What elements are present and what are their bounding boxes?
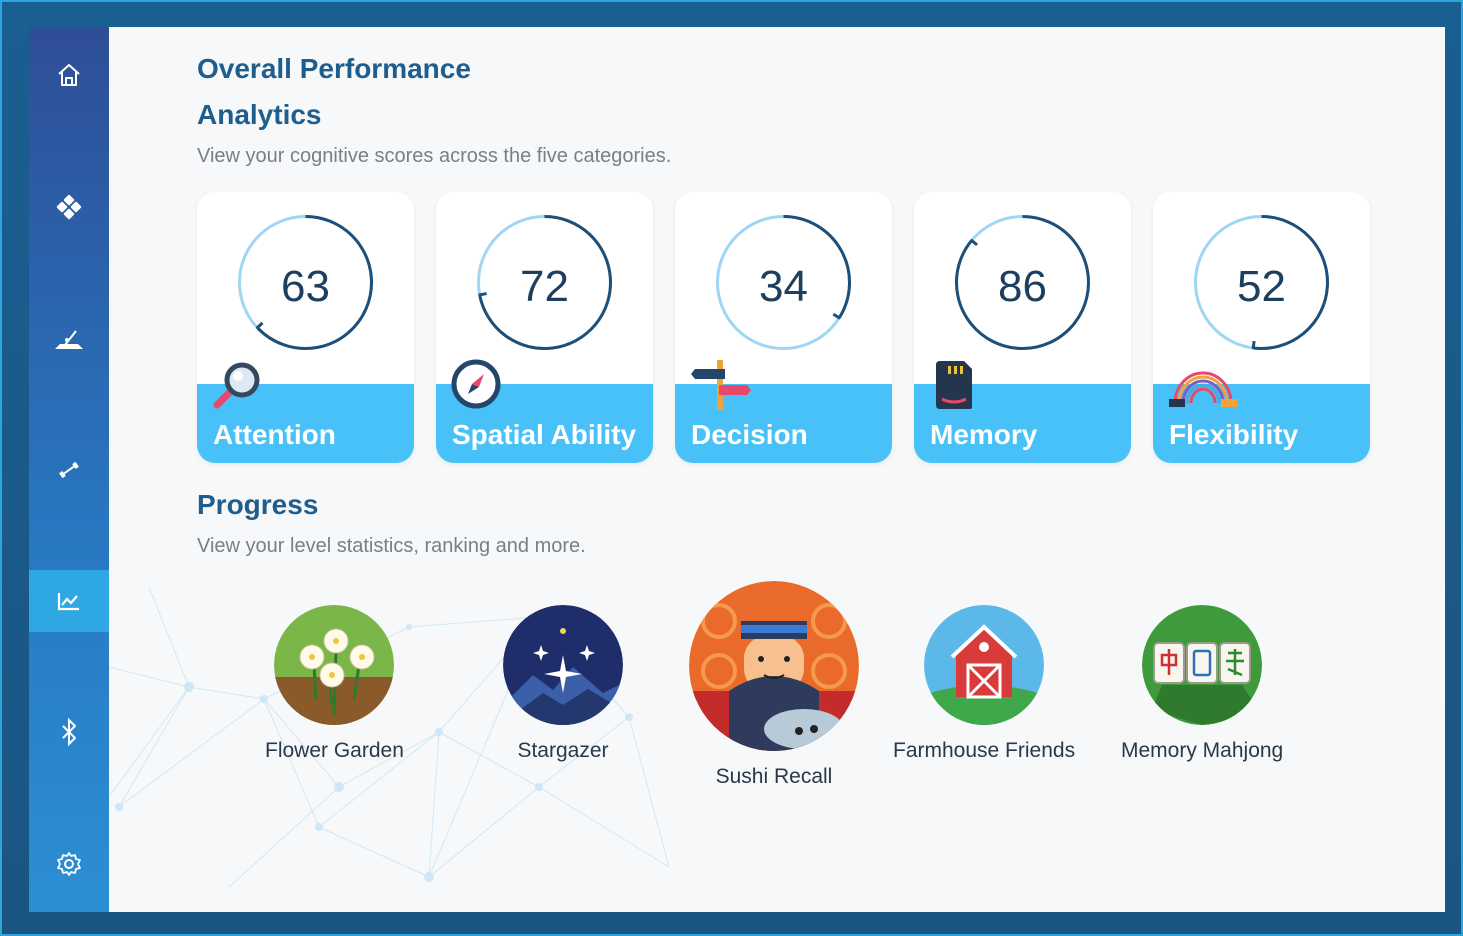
- home-icon: [58, 64, 80, 86]
- game-stargazer[interactable]: Stargazer: [503, 605, 623, 763]
- score-ring-tick: [832, 312, 841, 320]
- game-farmhouse-friends[interactable]: Farmhouse Friends: [893, 605, 1075, 763]
- main-content: Overall Performance Analytics View your …: [109, 27, 1445, 912]
- nav-bluetooth[interactable]: [29, 701, 109, 763]
- score-card-label: Flexibility: [1169, 419, 1299, 450]
- score-ring-tick: [1251, 340, 1256, 350]
- sushi-recall-icon: [689, 581, 859, 751]
- progress-description: View your level statistics, ranking and …: [197, 535, 586, 557]
- analytics-heading: Analytics: [197, 99, 322, 130]
- score-card-memory[interactable]: 86 Memory: [914, 192, 1131, 463]
- score-card-decision[interactable]: 34 Decision: [675, 192, 892, 463]
- nav-home[interactable]: [29, 44, 109, 106]
- score-card-spatial-ability[interactable]: 72 Spatial Ability: [436, 192, 653, 463]
- game-flower-garden[interactable]: Flower Garden: [265, 605, 404, 763]
- game-sushi-recall[interactable]: Sushi Recall: [689, 581, 859, 789]
- game-name: Sushi Recall: [715, 765, 833, 788]
- score-value: 86: [998, 262, 1047, 311]
- signpost-icon: [691, 360, 751, 410]
- bluetooth-icon: [62, 717, 77, 747]
- stargazer-icon: [503, 605, 623, 725]
- game-name: Memory Mahjong: [1121, 739, 1284, 762]
- analytics-description: View your cognitive scores across the fi…: [197, 145, 672, 167]
- mahjong-icon: [1142, 605, 1263, 725]
- game-memory-mahjong[interactable]: Memory Mahjong: [1121, 605, 1283, 763]
- nav-train[interactable]: [29, 308, 109, 370]
- score-card-label: Spatial Ability: [452, 419, 637, 450]
- train-icon: [55, 330, 83, 349]
- compass-icon: [451, 359, 501, 409]
- score-card-attention[interactable]: 63 Attention: [197, 192, 414, 463]
- score-ring-tick: [255, 321, 264, 330]
- spring-icon: [1169, 371, 1237, 407]
- nav-analytics[interactable]: [29, 570, 109, 632]
- memory-card-icon: [936, 361, 972, 409]
- gamepad-icon: [56, 194, 82, 220]
- sidebar: [29, 27, 109, 912]
- game-name: Flower Garden: [265, 739, 404, 762]
- flower-garden-icon: [274, 605, 395, 725]
- score-value: 72: [520, 262, 569, 311]
- score-card-label: Decision: [691, 419, 808, 450]
- magnifier-icon: [213, 362, 260, 409]
- score-card-label: Memory: [930, 419, 1038, 450]
- nav-games[interactable]: [29, 176, 109, 238]
- score-card-flexibility[interactable]: 52 Flexibility: [1153, 192, 1370, 463]
- game-name: Farmhouse Friends: [893, 739, 1076, 762]
- score-ring-tick: [969, 238, 978, 247]
- score-value: 52: [1237, 262, 1286, 311]
- settings-icon: [57, 852, 81, 876]
- score-value: 63: [281, 262, 330, 311]
- chart-icon: [57, 593, 79, 611]
- page-title: Overall Performance: [197, 53, 471, 84]
- score-card-label: Attention: [213, 419, 336, 450]
- nav-settings[interactable]: [29, 833, 109, 895]
- score-value: 34: [759, 262, 808, 311]
- farmhouse-icon: [924, 605, 1045, 725]
- exercise-icon: [59, 461, 79, 479]
- progress-heading: Progress: [197, 489, 319, 520]
- nav-exercise[interactable]: [29, 439, 109, 501]
- game-name: Stargazer: [517, 739, 609, 762]
